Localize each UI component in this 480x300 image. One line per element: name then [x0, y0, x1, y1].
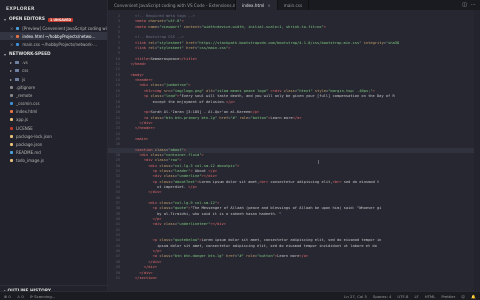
open-editor-item[interactable]: × [Preview] Convenient JavaScript coding …	[0, 24, 107, 32]
chevron-right-icon: ▸	[10, 76, 13, 82]
folder-label: js	[22, 76, 26, 82]
open-editor-label: index.html ~/hobbyProjects/netwo...	[22, 33, 96, 39]
project-header[interactable]: ▾ NETWORK-SPEED	[0, 50, 107, 59]
file-type-icon	[16, 42, 20, 46]
file-item[interactable]: README.md	[0, 149, 107, 157]
folder-label: css	[22, 68, 29, 74]
code-area[interactable]: <!-- Required meta tags --> <meta charse…	[108, 14, 474, 281]
file-item[interactable]: todo_image.js	[0, 157, 107, 165]
project-label: NETWORK-SPEED	[9, 51, 51, 57]
file-label: LICENSE	[16, 125, 33, 131]
file-type-icon	[16, 26, 20, 30]
file-label: package.json	[16, 142, 43, 148]
folder-item[interactable]: ▸ css	[0, 67, 107, 75]
tab-label: index.html	[242, 2, 265, 8]
status-right: Ln 27, Col 5 Spaces: 4 UTF-8 LF HTML Prettier…	[344, 294, 476, 299]
open-editor-item[interactable]: × main.css ~/hobbyProjects/network-...	[0, 40, 107, 48]
file-item[interactable]: _cssmin.css	[0, 100, 107, 108]
file-type-icon	[10, 93, 13, 97]
file-item[interactable]: LICENSE	[0, 124, 107, 132]
file-label: _remote	[16, 92, 33, 98]
open-editors-header[interactable]: ▾ OPEN EDITORS 1 UNSAVED	[0, 15, 107, 24]
tab-label: Convenient JavaScript coding with VS Cod…	[114, 2, 236, 8]
open-editor-label: main.css ~/hobbyProjects/network-...	[22, 41, 98, 47]
folder-item[interactable]: ▸ .vs	[0, 59, 107, 67]
folder-icon	[15, 61, 20, 65]
status-item[interactable]: ⚠ 0	[17, 294, 24, 299]
file-type-icon	[10, 143, 13, 147]
file-type-icon	[16, 34, 20, 38]
editor-tab[interactable]: main.css	[278, 0, 310, 10]
file-list: .gitignore _remote _cssmin.css index.html ap…	[0, 83, 107, 165]
mouse-cursor-icon: I	[318, 160, 320, 166]
tab-label: main.css	[283, 2, 303, 8]
status-item[interactable]: ☺	[461, 294, 465, 299]
file-type-icon	[10, 110, 13, 114]
open-editors-label: OPEN EDITORS	[9, 17, 45, 22]
status-item[interactable]: LF	[414, 294, 418, 299]
file-item[interactable]: _remote	[0, 91, 107, 99]
status-item[interactable]: Prettier	[441, 294, 455, 299]
close-icon[interactable]: ×	[10, 26, 13, 31]
folder-icon	[15, 77, 20, 81]
file-label: README.md	[16, 150, 41, 156]
chevron-right-icon: ▸	[10, 60, 13, 66]
file-type-icon	[10, 118, 13, 122]
status-item[interactable]: UTF-8	[397, 294, 408, 299]
explorer-title: EXPLORER	[6, 7, 35, 12]
chevron-right-icon: ▸	[10, 68, 13, 74]
editor-tabs: Convenient JavaScript coding with VS Cod…	[108, 0, 480, 10]
open-editor-item[interactable]: × index.html ~/hobbyProjects/netwo...	[0, 32, 107, 41]
status-item[interactable]: Spaces: 4	[373, 294, 391, 299]
close-icon[interactable]: ×	[10, 42, 13, 47]
open-editor-label: [Preview] Convenient JavaScript coding w…	[22, 25, 107, 31]
status-left: ⊗ 0 ⚠ 0 ⟳ Scanning...	[4, 294, 55, 299]
more-actions-icon[interactable]: ⋯	[471, 2, 476, 8]
folder-icon	[15, 69, 20, 73]
status-item[interactable]: ⟳ Scanning...	[30, 294, 56, 299]
minimap[interactable]	[474, 10, 480, 291]
tab-list: Convenient JavaScript coding with VS Cod…	[108, 0, 310, 10]
editor-tab[interactable]: Convenient JavaScript coding with VS Cod…	[108, 0, 236, 10]
chevron-down-icon: ▾	[4, 17, 7, 22]
file-item[interactable]: .gitignore	[0, 83, 107, 91]
file-type-icon	[10, 126, 13, 130]
file-label: todo_image.js	[16, 158, 44, 164]
explorer-sidebar: EXPLORER ▾ OPEN EDITORS 1 UNSAVED × [Prev…	[0, 0, 108, 300]
folder-list: ▸ .vs ▸ css ▸ js	[0, 59, 107, 84]
file-item[interactable]: app.js	[0, 116, 107, 124]
file-label: _cssmin.css	[16, 101, 40, 107]
status-bar: ⊗ 0 ⚠ 0 ⟳ Scanning... Ln 27, Col 5 Spaces: …	[0, 291, 480, 300]
file-label: app.js	[16, 117, 28, 123]
file-type-icon	[10, 85, 13, 89]
file-label: .gitignore	[16, 84, 36, 90]
close-icon[interactable]: ×	[10, 34, 13, 39]
line-number: 51	[115, 275, 120, 280]
status-item[interactable]: HTML	[425, 294, 436, 299]
folder-item[interactable]: ▸ js	[0, 75, 107, 83]
chevron-down-icon: ▾	[4, 51, 7, 57]
status-item[interactable]: Ln 27, Col 5	[344, 294, 367, 299]
editor-tab[interactable]: index.html ×	[236, 0, 278, 10]
file-label: index.html	[16, 109, 38, 115]
status-item[interactable]: ⊗ 0	[4, 294, 11, 299]
file-type-icon	[10, 151, 13, 155]
file-item[interactable]: package-lock.json	[0, 132, 107, 140]
tab-actions: ◫ ⋯	[458, 0, 480, 10]
code-line[interactable]: </section>	[126, 276, 474, 281]
file-type-icon	[10, 159, 13, 163]
file-item[interactable]: index.html	[0, 108, 107, 116]
file-type-icon	[10, 102, 13, 106]
split-editor-icon[interactable]: ◫	[462, 2, 467, 8]
unsaved-badge: 1 UNSAVED	[47, 17, 74, 22]
open-editors-list: × [Preview] Convenient JavaScript coding …	[0, 24, 107, 49]
folder-label: .vs	[22, 60, 28, 66]
close-icon[interactable]: ×	[267, 3, 270, 8]
file-type-icon	[10, 134, 13, 138]
code-editor[interactable]: 2 3 4 5 6 7 8 9 10 11 12 13 14 15 16 17 18 19 20 21 22 23 24 25…	[108, 10, 480, 291]
status-item[interactable]: 🔔	[471, 294, 476, 299]
file-item[interactable]: package.json	[0, 140, 107, 148]
file-label: package-lock.json	[16, 133, 52, 139]
